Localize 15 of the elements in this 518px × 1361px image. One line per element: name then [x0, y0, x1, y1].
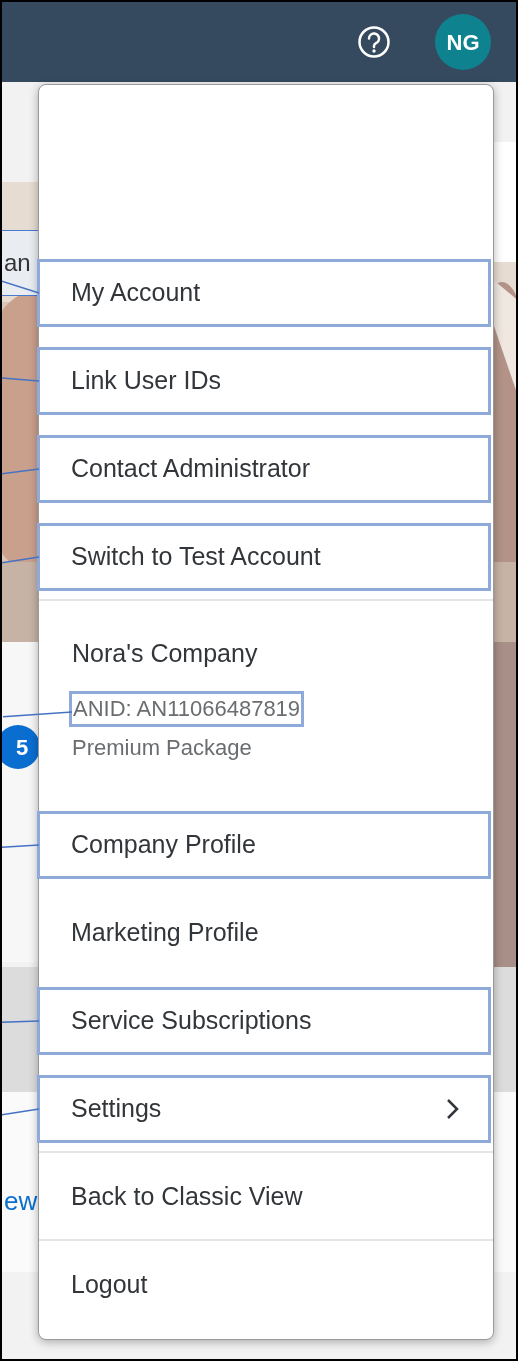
menu-item[interactable]: Logout: [37, 1251, 491, 1319]
view-link[interactable]: ew: [4, 1182, 38, 1221]
menu-item[interactable]: My Account: [37, 259, 491, 327]
menu-item[interactable]: Link User IDs: [37, 347, 491, 415]
banner-text: an: [3, 248, 31, 278]
menu-item[interactable]: Marketing Profile: [37, 899, 491, 967]
menu-item[interactable]: Service Subscriptions: [37, 987, 491, 1055]
menu-item[interactable]: Settings: [37, 1075, 491, 1143]
menu-item[interactable]: Company Profile: [37, 811, 491, 879]
package-label: Premium Package: [72, 733, 252, 762]
user-avatar[interactable]: NG: [435, 14, 491, 70]
menu-item[interactable]: Switch to Test Account: [37, 523, 491, 591]
menu-item[interactable]: Contact Administrator: [37, 435, 491, 503]
company-name: Nora's Company: [72, 638, 258, 669]
menu-item[interactable]: Back to Classic View: [37, 1163, 491, 1231]
